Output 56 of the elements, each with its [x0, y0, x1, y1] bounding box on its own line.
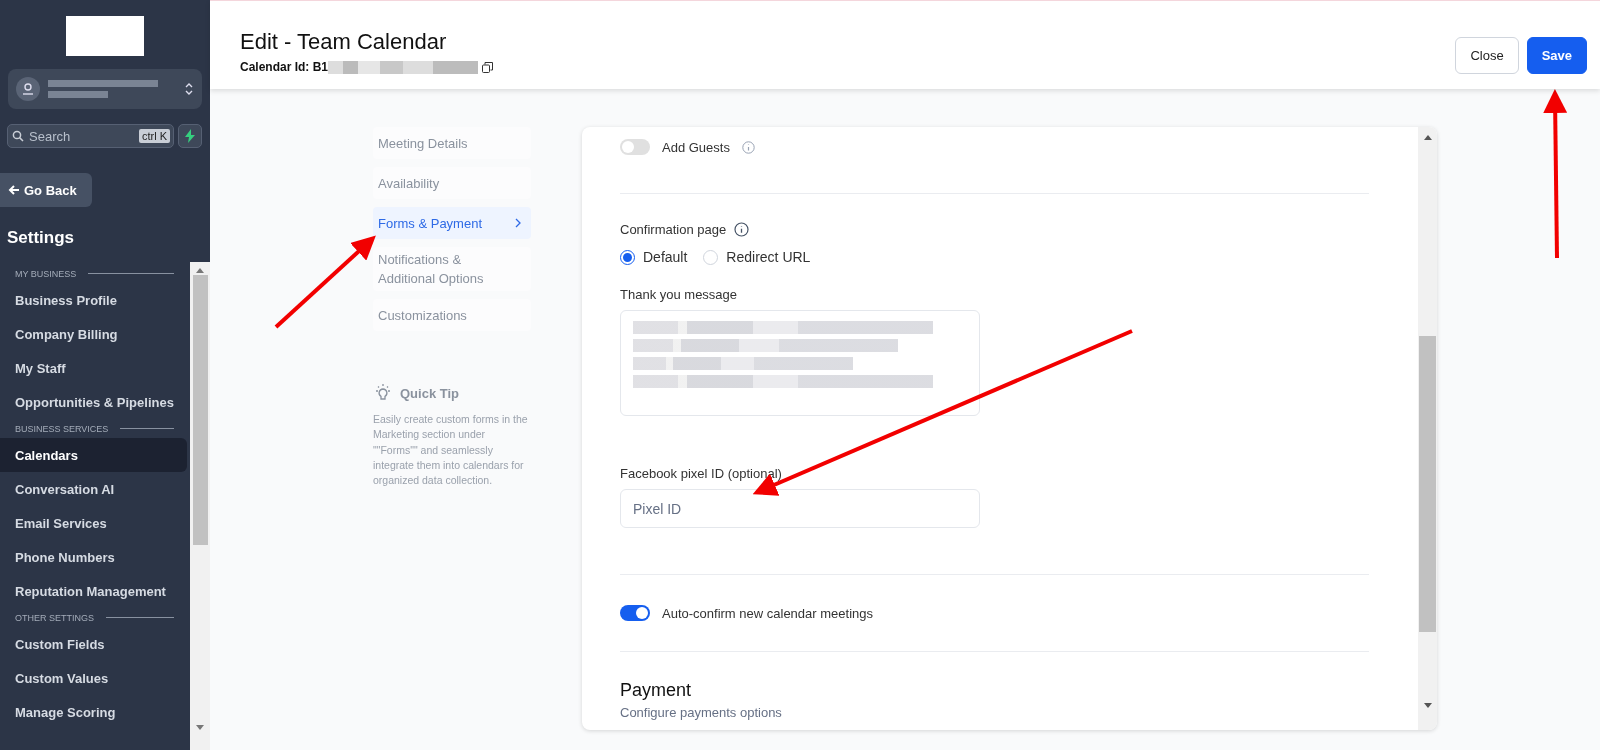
toggle-label: Auto-confirm new calendar meetings — [662, 605, 873, 621]
sidebar-item[interactable]: Business Profile — [0, 283, 187, 317]
toggle-label: Add Guests — [662, 139, 730, 155]
lightning-icon[interactable] — [178, 124, 202, 148]
sidebar-item[interactable]: Calendars — [0, 438, 187, 472]
section-title: Payment — [620, 680, 693, 701]
scrollbar[interactable] — [1418, 127, 1437, 730]
scroll-up-icon — [1423, 135, 1432, 140]
pixel-id-field[interactable]: Pixel ID — [620, 489, 980, 528]
toggle-switch[interactable] — [620, 605, 650, 621]
calendar-id: Calendar Id: B1 — [240, 60, 329, 74]
sidebar-item[interactable]: Email Services — [0, 506, 187, 540]
location-icon — [16, 77, 40, 101]
sidebar-item[interactable]: Custom Values — [0, 661, 187, 695]
sidebar-item[interactable]: Conversation AI — [0, 472, 187, 506]
scroll-down-icon — [196, 725, 204, 730]
section-heading: OTHER SETTINGS — [15, 612, 94, 623]
lightbulb-icon — [373, 383, 393, 403]
field-label: Facebook pixel ID (optional) — [620, 466, 782, 481]
sidebar-item[interactable]: My Staff — [0, 351, 187, 385]
field-label: Confirmation page — [620, 222, 727, 237]
shortcut-hint: ctrl K — [138, 129, 170, 143]
chevron-right-icon — [515, 218, 521, 228]
search-icon — [12, 130, 24, 142]
section-heading: BUSINESS SERVICES — [15, 423, 109, 434]
scrollbar-thumb[interactable] — [192, 275, 208, 545]
go-back-button[interactable]: Go Back — [0, 173, 92, 207]
sidebar-item[interactable]: Phone Numbers — [0, 540, 187, 574]
chevron-icon — [184, 81, 194, 97]
radio-label: Default — [643, 249, 688, 265]
sidebar-item[interactable]: Company Billing — [0, 317, 187, 351]
section-subtitle: Configure payments options — [620, 705, 783, 720]
tip-text: Easily create custom forms in the Marketing section under ""Forms"" and seamlessly integrate them into calendars for organized data collection. — [373, 412, 529, 489]
sidebar-item[interactable]: Custom Fields — [0, 627, 187, 661]
toggle-switch[interactable] — [620, 139, 650, 155]
scroll-up-icon — [196, 268, 204, 273]
account-switcher[interactable] — [8, 69, 202, 109]
sidebar-item[interactable]: Manage Scoring — [0, 695, 187, 729]
arrow-left-icon — [8, 184, 20, 196]
scrollbar-thumb[interactable] — [1419, 336, 1436, 632]
info-icon[interactable] — [734, 222, 750, 237]
nav-tab[interactable]: Forms & Payment — [373, 207, 531, 239]
sidebar-title: Settings — [7, 228, 76, 248]
message-textarea[interactable] — [620, 310, 980, 416]
page-title: Edit - Team Calendar — [240, 29, 448, 55]
sidebar-item[interactable]: Reputation Management — [0, 574, 187, 608]
section-heading: MY BUSINESS — [15, 268, 77, 279]
copy-icon[interactable] — [482, 61, 494, 73]
scrollbar[interactable] — [190, 262, 210, 750]
save-button[interactable]: Save — [1526, 37, 1587, 74]
field-label: Thank you message — [620, 287, 738, 302]
tip-title: Quick Tip — [400, 385, 459, 401]
sidebar-item[interactable]: Opportunities & Pipelines — [0, 385, 187, 419]
close-button[interactable]: Close — [1455, 37, 1519, 74]
scroll-down-icon — [1423, 703, 1432, 708]
radio-label: Redirect URL — [726, 249, 811, 265]
